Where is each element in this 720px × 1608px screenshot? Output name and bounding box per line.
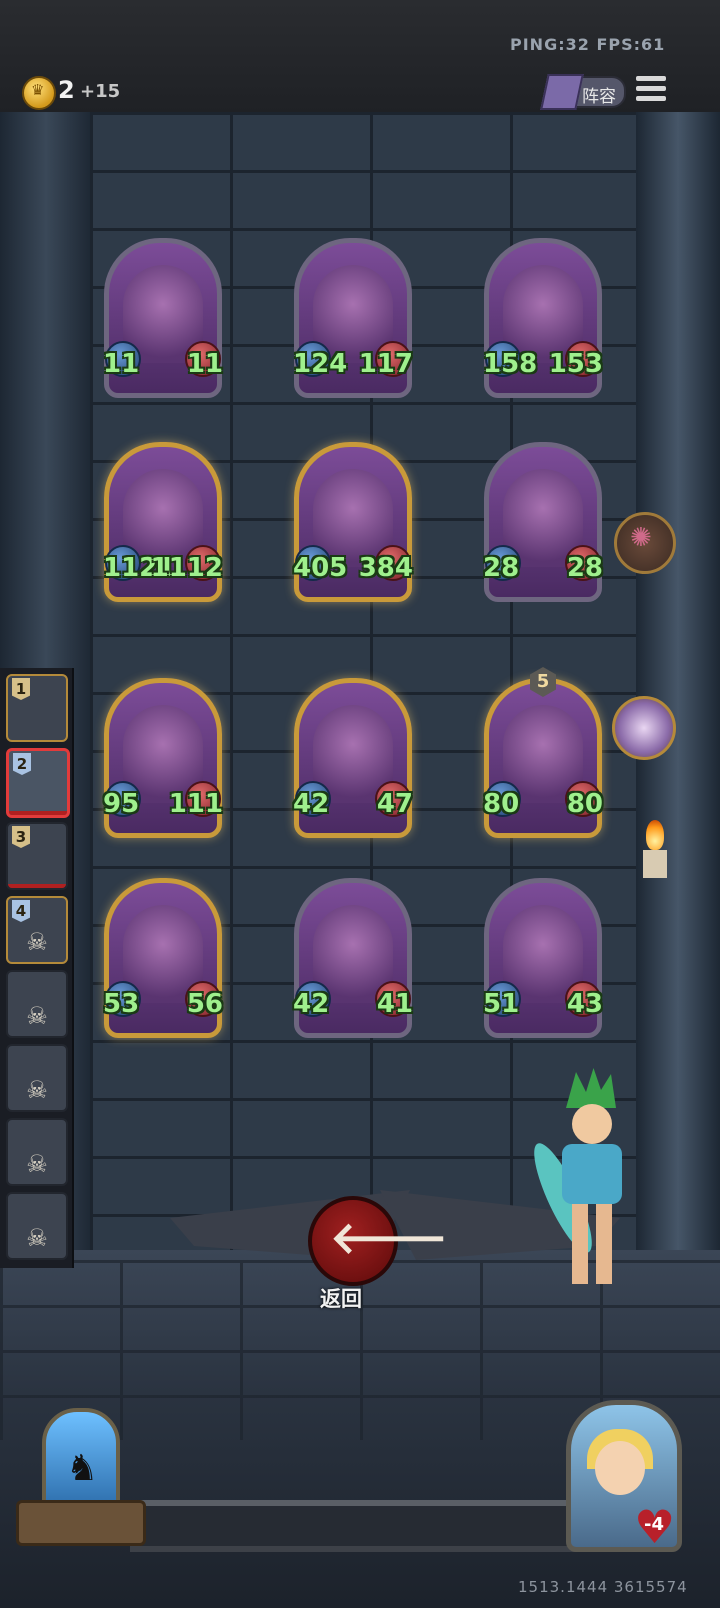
gold-count: 2	[58, 76, 75, 104]
player-hero	[524, 1068, 638, 1290]
minion-card[interactable]: 5 80 80	[483, 667, 603, 838]
lineup-button[interactable]: 阵容	[540, 74, 626, 110]
attack-value: 42	[293, 789, 330, 819]
menu-icon[interactable]	[636, 76, 666, 104]
health-value: 1112	[150, 553, 223, 583]
minion-card[interactable]: 124 117	[293, 238, 413, 398]
queue-item[interactable]: ☠	[6, 970, 68, 1038]
ping-fps-readout: PING:32 FPS:61	[510, 35, 666, 54]
shop-portal[interactable]: ♞	[10, 1408, 146, 1546]
minion-card[interactable]: 95 111	[103, 678, 223, 838]
torch-icon	[640, 820, 670, 880]
lineup-label: 阵容	[582, 87, 616, 107]
attack-value: 53	[103, 989, 140, 1019]
minion-card[interactable]: 11 11	[103, 238, 223, 398]
queue-rank: 3	[12, 826, 30, 848]
minion-card[interactable]: 53 56	[103, 878, 223, 1038]
queue-item[interactable]: 1	[6, 674, 68, 742]
attack-value: 80	[483, 789, 520, 819]
queue-item[interactable]: ☠	[6, 1118, 68, 1186]
health-value: 47	[376, 789, 413, 819]
minion-card[interactable]: 42 47	[293, 678, 413, 838]
skull-icon: ☠	[26, 1076, 48, 1104]
bottom-rail	[130, 1500, 590, 1552]
gold-coin-icon	[22, 76, 56, 110]
skull-icon: ☠	[26, 1224, 48, 1252]
attack-value: 158	[483, 349, 538, 379]
back-label: 返回	[320, 1287, 362, 1311]
health-value: 41	[376, 989, 413, 1019]
attack-value: 95	[103, 789, 140, 819]
opponent-queue: 1 2 3 4 ☠ ☠ ☠ ☠ ☠	[0, 668, 74, 1268]
opponent-health-value: -4	[644, 1514, 664, 1535]
attack-value: 28	[483, 553, 520, 583]
attack-value: 405	[293, 553, 348, 583]
relic-icon[interactable]	[614, 512, 676, 574]
health-value: 117	[358, 349, 413, 379]
health-value: 153	[548, 349, 603, 379]
health-value: 43	[566, 989, 603, 1019]
queue-rank: 2	[13, 753, 31, 775]
skull-icon: ☠	[26, 1002, 48, 1030]
queue-item[interactable]: 3	[6, 822, 68, 890]
skull-icon: ☠	[26, 1150, 48, 1178]
queue-item[interactable]: ☠	[6, 1192, 68, 1260]
health-value: 56	[186, 989, 223, 1019]
opponent-health-badge: ♥ -4	[634, 1504, 680, 1550]
queue-item[interactable]: ☠	[6, 1044, 68, 1112]
queue-item[interactable]: 4 ☠	[6, 896, 68, 964]
right-pillar	[636, 112, 720, 1272]
minion-card[interactable]: 42 41	[293, 878, 413, 1038]
minion-card[interactable]: 51 43	[483, 878, 603, 1038]
queue-item[interactable]: 2	[6, 748, 70, 818]
minion-card[interactable]: 28 28	[483, 442, 603, 602]
rabbit-icon: ♞	[66, 1448, 99, 1489]
health-value: 384	[358, 553, 413, 583]
attack-value: 124	[293, 349, 348, 379]
gold-income: +15	[80, 81, 121, 102]
back-button[interactable]: 🡐	[308, 1196, 448, 1286]
minion-card[interactable]: 1121 1112	[103, 442, 223, 602]
attack-value: 42	[293, 989, 330, 1019]
minion-card[interactable]: 405 384	[293, 442, 413, 602]
queue-rank: 1	[12, 678, 30, 700]
book-icon	[540, 74, 584, 110]
arrow-left-icon: 🡐	[330, 1213, 448, 1264]
health-bar	[8, 884, 66, 888]
minion-card[interactable]: 158 153	[483, 238, 603, 398]
health-bar	[9, 811, 67, 815]
debug-coordinates: 1513.1444 3615574	[518, 1578, 688, 1596]
health-value: 111	[168, 789, 223, 819]
health-value: 28	[566, 553, 603, 583]
skull-icon: ☠	[26, 928, 48, 956]
attack-value: 11	[103, 349, 140, 379]
health-value: 11	[186, 349, 223, 379]
health-value: 80	[566, 789, 603, 819]
queue-rank: 4	[12, 900, 30, 922]
trinket-icon[interactable]	[612, 696, 676, 760]
attack-value: 51	[483, 989, 520, 1019]
